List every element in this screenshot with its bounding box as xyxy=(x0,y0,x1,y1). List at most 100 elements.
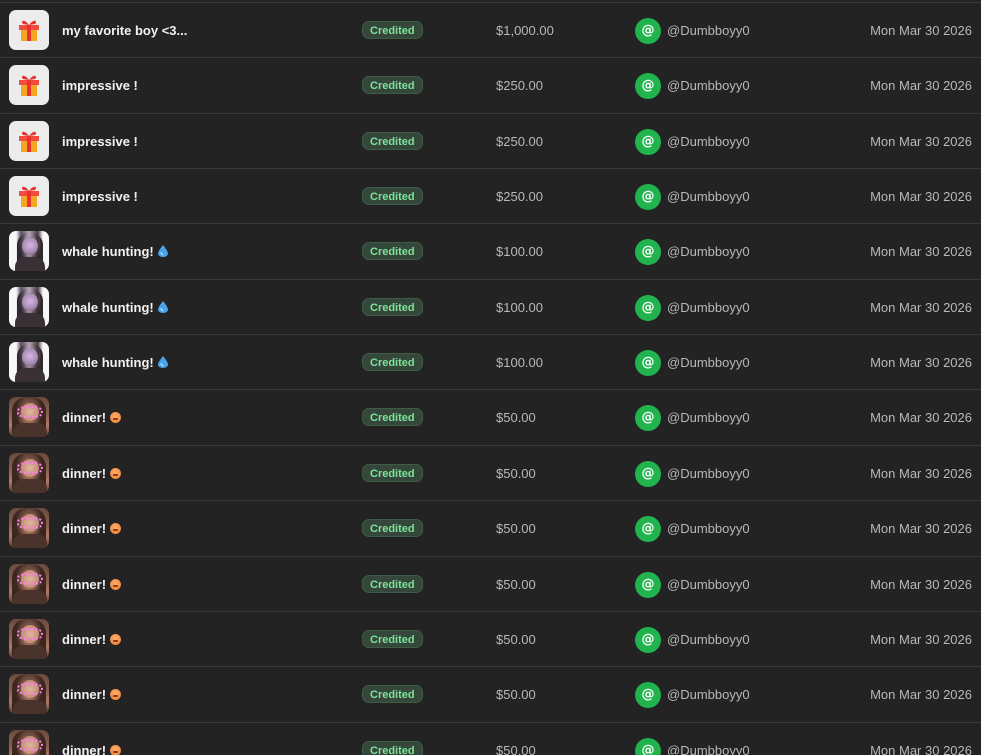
date: Mon Mar 30 2026 xyxy=(870,465,972,481)
username-link[interactable]: @Dumbboyy0 xyxy=(667,390,750,445)
username-link[interactable]: @Dumbboyy0 xyxy=(667,280,750,335)
username-link[interactable]: @Dumbboyy0 xyxy=(667,501,750,556)
date: Mon Mar 30 2026 xyxy=(870,631,972,647)
message-text: dinner! xyxy=(62,576,107,592)
amount: $50.00 xyxy=(496,410,536,426)
message-title: whale hunting! xyxy=(62,280,168,335)
transaction-row-7[interactable]: whale hunting! Credited $100.00 @ @Dumbb… xyxy=(0,334,981,389)
user-at-icon: @ xyxy=(635,737,661,755)
message-text: impressive ! xyxy=(62,78,138,94)
username-link[interactable]: @Dumbboyy0 xyxy=(667,3,750,58)
amount: $250.00 xyxy=(496,133,543,149)
status-badge: Credited xyxy=(362,574,423,593)
gift-icon xyxy=(19,76,39,97)
face-emoji-icon xyxy=(110,689,122,701)
avatar-photo xyxy=(9,286,49,327)
avatar-photo xyxy=(9,452,49,493)
face-emoji-icon xyxy=(110,467,122,479)
date: Mon Mar 30 2026 xyxy=(870,355,972,371)
transaction-row-13[interactable]: dinner! Credited $50.00 @ @Dumbboyy0 Mon… xyxy=(0,666,981,721)
amount: $250.00 xyxy=(496,78,543,94)
date: Mon Mar 30 2026 xyxy=(870,133,972,149)
username-link[interactable]: @Dumbboyy0 xyxy=(667,612,750,667)
transaction-row-12[interactable]: dinner! Credited $50.00 @ @Dumbboyy0 Mon… xyxy=(0,610,981,667)
username-link[interactable]: @Dumbboyy0 xyxy=(667,335,750,390)
gift-icon xyxy=(19,131,39,152)
message-text: whale hunting! xyxy=(62,299,154,315)
message-title: whale hunting! xyxy=(62,224,168,279)
gift-icon xyxy=(9,176,49,217)
user-at-icon: @ xyxy=(635,350,661,377)
water-drops-emoji-icon xyxy=(157,300,168,313)
username-link[interactable]: @Dumbboyy0 xyxy=(667,557,750,612)
avatar-photo xyxy=(9,618,49,659)
transaction-row-11[interactable]: dinner! Credited $50.00 @ @Dumbboyy0 Mon… xyxy=(0,555,981,612)
message-text: whale hunting! xyxy=(62,355,154,371)
message-title: impressive ! xyxy=(62,58,138,113)
user-at-icon: @ xyxy=(635,405,661,432)
user-at-icon: @ xyxy=(635,516,661,543)
message-title: dinner! xyxy=(62,446,122,501)
transaction-row-5[interactable]: whale hunting! Credited $100.00 @ @Dumbb… xyxy=(0,223,981,278)
amount: $100.00 xyxy=(496,244,543,260)
username-link[interactable]: @Dumbboyy0 xyxy=(667,58,750,113)
user-at-icon: @ xyxy=(635,571,661,598)
user-at-icon: @ xyxy=(635,184,661,211)
date: Mon Mar 30 2026 xyxy=(870,23,972,38)
transaction-row-9[interactable]: dinner! Credited $50.00 @ @Dumbboyy0 Mon… xyxy=(0,444,981,501)
avatar-photo xyxy=(9,674,49,715)
user-at-icon: @ xyxy=(635,128,661,155)
status-badge: Credited xyxy=(362,297,423,316)
user-at-icon: @ xyxy=(635,626,661,653)
transaction-list: my favorite boy <3... Credited $1,000.00… xyxy=(0,0,981,755)
username-link[interactable]: @Dumbboyy0 xyxy=(667,723,750,755)
face-emoji-icon xyxy=(110,744,122,755)
date: Mon Mar 30 2026 xyxy=(870,78,972,94)
date: Mon Mar 30 2026 xyxy=(870,410,972,426)
transaction-row-14[interactable]: dinner! Credited $50.00 @ @Dumbboyy0 Mon… xyxy=(0,721,981,755)
message-title: dinner! xyxy=(62,667,122,722)
username-link[interactable]: @Dumbboyy0 xyxy=(667,224,750,279)
message-text: dinner! xyxy=(62,521,107,537)
message-text: impressive ! xyxy=(62,189,138,205)
status-badge: Credited xyxy=(362,629,423,648)
user-at-icon: @ xyxy=(635,18,661,44)
message-title: impressive ! xyxy=(62,114,138,169)
username-link[interactable]: @Dumbboyy0 xyxy=(667,667,750,722)
gift-icon xyxy=(19,186,39,208)
status-badge: Credited xyxy=(362,353,423,372)
message-title: dinner! xyxy=(62,501,122,556)
transaction-row-3[interactable]: impressive ! Credited $250.00 @ @Dumbboy… xyxy=(0,112,981,169)
face-emoji-icon xyxy=(110,412,122,424)
message-text: dinner! xyxy=(62,465,107,481)
username-link[interactable]: @Dumbboyy0 xyxy=(667,169,750,224)
message-title: dinner! xyxy=(62,390,122,445)
face-emoji-icon xyxy=(110,633,122,645)
transaction-row-6[interactable]: whale hunting! Credited $100.00 @ @Dumbb… xyxy=(0,278,981,335)
gift-icon xyxy=(9,65,49,106)
face-emoji-icon xyxy=(110,578,122,590)
transaction-row-1[interactable]: my favorite boy <3... Credited $1,000.00… xyxy=(0,2,981,57)
amount: $1,000.00 xyxy=(496,23,554,38)
transaction-row-8[interactable]: dinner! Credited $50.00 @ @Dumbboyy0 Mon… xyxy=(0,389,981,444)
message-title: whale hunting! xyxy=(62,335,168,390)
status-badge: Credited xyxy=(362,76,423,95)
message-title: dinner! xyxy=(62,612,122,667)
message-text: my favorite boy <3... xyxy=(62,23,188,38)
date: Mon Mar 30 2026 xyxy=(870,687,972,703)
user-at-icon: @ xyxy=(635,460,661,487)
status-badge: Credited xyxy=(362,131,423,150)
transaction-row-2[interactable]: impressive ! Credited $250.00 @ @Dumbboy… xyxy=(0,57,981,112)
amount: $50.00 xyxy=(496,465,536,481)
transaction-row-10[interactable]: dinner! Credited $50.00 @ @Dumbboyy0 Mon… xyxy=(0,500,981,555)
avatar-photo xyxy=(9,563,49,604)
message-text: dinner! xyxy=(62,410,107,426)
status-badge: Credited xyxy=(362,463,423,482)
username-link[interactable]: @Dumbboyy0 xyxy=(667,114,750,169)
amount: $50.00 xyxy=(496,631,536,647)
gift-icon xyxy=(9,10,49,50)
status-badge: Credited xyxy=(362,187,423,206)
username-link[interactable]: @Dumbboyy0 xyxy=(667,446,750,501)
status-badge: Credited xyxy=(362,242,423,261)
transaction-row-4[interactable]: impressive ! Credited $250.00 @ @Dumbboy… xyxy=(0,168,981,223)
